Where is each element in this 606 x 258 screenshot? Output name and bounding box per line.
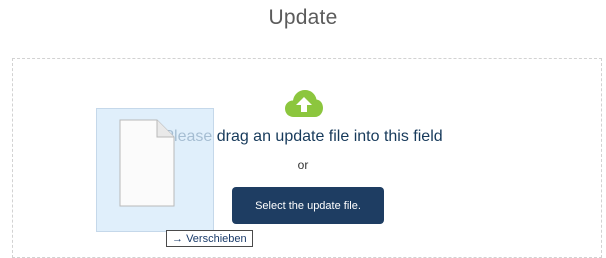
page-title: Update <box>268 6 338 29</box>
arrow-right-icon: → <box>172 233 183 245</box>
drag-ghost <box>96 108 214 232</box>
drag-tooltip: → Verschieben <box>166 230 253 247</box>
file-icon <box>119 119 175 207</box>
select-update-file-button[interactable]: Select the update file. <box>232 187 384 224</box>
cloud-upload-icon <box>285 90 323 117</box>
tooltip-label: Verschieben <box>186 233 247 245</box>
or-separator: or <box>297 158 309 172</box>
drag-instruction: Please drag an update file into this fie… <box>163 128 443 145</box>
